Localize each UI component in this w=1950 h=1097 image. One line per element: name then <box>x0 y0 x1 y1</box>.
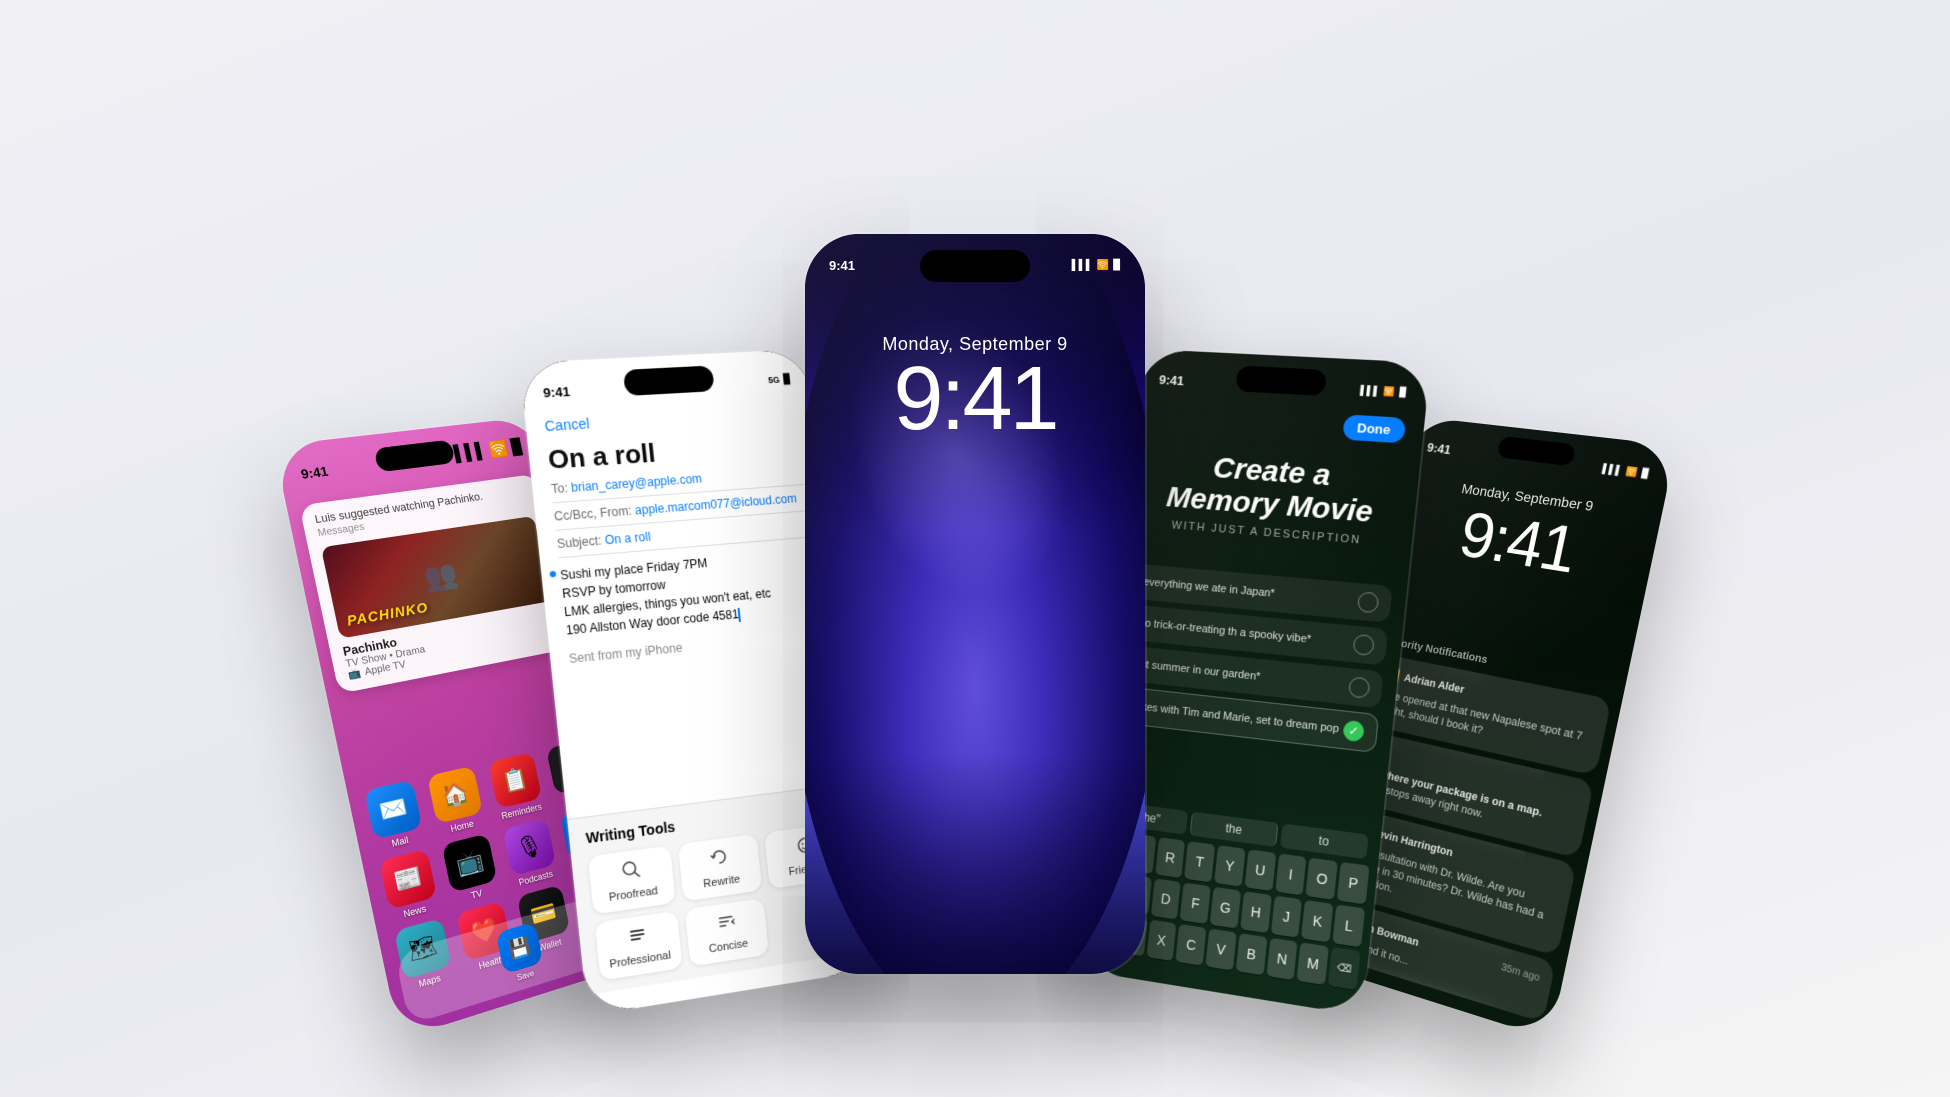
signal-3: ▌▌▌ <box>1072 260 1093 271</box>
app-mail[interactable]: ✉️ Mail <box>360 778 429 853</box>
suggestion-3[interactable]: to <box>1280 823 1369 859</box>
memory-title-text: Create a Memory Movie <box>1155 447 1389 529</box>
professional-icon <box>627 923 650 951</box>
status-icons-2: 5G ▉ <box>768 373 792 385</box>
battery-3: ▉ <box>1113 260 1121 271</box>
proofread-icon <box>620 857 643 885</box>
professional-label: Professional <box>609 949 671 971</box>
tool-proofread[interactable]: Proofread <box>588 845 676 914</box>
rewrite-icon <box>708 845 730 873</box>
done-button[interactable]: Done <box>1342 414 1407 443</box>
memory-item-text-4: Hikes with Tim and Marie, set to dream p… <box>1131 700 1340 735</box>
dock-save[interactable]: 💾 Save <box>496 921 546 986</box>
memory-list: everything we ate in Japan* eo trick-or-… <box>1117 563 1393 759</box>
suggestion-2[interactable]: the <box>1190 811 1278 846</box>
tool-rewrite[interactable]: Rewrite <box>677 833 762 901</box>
wifi-4: 🛜 <box>1383 385 1396 397</box>
memory-check-4: ✓ <box>1342 719 1365 742</box>
signal-5: ▌▌▌ <box>1602 463 1624 475</box>
status-time-5: 9:41 <box>1426 439 1452 456</box>
memory-item-text-1: everything we ate in Japan* <box>1143 576 1275 600</box>
email-header: Cancel On a roll To: brian_carey@apple.c… <box>525 402 837 670</box>
key-u[interactable]: U <box>1244 849 1276 891</box>
lockscreen-time-3: 9:41 <box>805 354 1145 444</box>
messages-notification[interactable]: Luis suggested watching Pachinko. Messag… <box>299 473 573 693</box>
key-j[interactable]: J <box>1271 895 1303 937</box>
signal-icon-1: ▌▌▌ <box>453 442 488 463</box>
key-o[interactable]: O <box>1306 857 1338 899</box>
key-d[interactable]: D <box>1150 878 1181 919</box>
notif-sender-1: Adrian Alder <box>1403 672 1465 696</box>
tool-concise[interactable]: Concise <box>684 897 769 966</box>
key-n[interactable]: N <box>1266 937 1298 979</box>
key-f[interactable]: F <box>1180 882 1211 924</box>
memory-check-1 <box>1357 591 1380 613</box>
proofread-label: Proofread <box>608 884 658 903</box>
notif-time-4: 35m ago <box>1500 961 1541 984</box>
battery-4: ▉ <box>1399 386 1407 398</box>
phone-3: 9:41 ▌▌▌ 🛜 ▉ Monday, September 9 9:41 <box>805 234 1145 974</box>
email-to-address: brian_carey@apple.com <box>570 471 702 494</box>
memory-item-text-2: eo trick-or-treating th a spooky vibe* <box>1139 617 1312 646</box>
battery-icon-1: ▉ <box>510 437 525 457</box>
status-time-1: 9:41 <box>299 462 329 480</box>
memory-item-text-3: ast summer in our garden* <box>1134 658 1261 683</box>
key-c[interactable]: C <box>1176 924 1207 966</box>
key-i[interactable]: I <box>1275 853 1307 895</box>
key-x[interactable]: X <box>1146 919 1177 961</box>
status-icons-1: ▌▌▌ 🛜 ▉ <box>453 437 525 464</box>
status-icons-3: ▌▌▌ 🛜 ▉ <box>1072 260 1121 271</box>
key-r[interactable]: R <box>1155 837 1186 878</box>
key-h[interactable]: H <box>1240 891 1272 933</box>
wifi-3: 🛜 <box>1097 260 1109 271</box>
app-news-label: News <box>403 903 428 919</box>
key-v[interactable]: V <box>1205 928 1236 970</box>
email-body[interactable]: Sushi my place Friday 7PM RSVP by tomorr… <box>559 545 820 668</box>
key-b[interactable]: B <box>1236 933 1268 975</box>
concise-label: Concise <box>708 937 748 955</box>
wifi-icon-1: 🛜 <box>488 438 510 459</box>
signal-4: ▌▌▌ <box>1360 384 1381 395</box>
dynamic-island-4 <box>1235 365 1327 396</box>
status-time-2: 9:41 <box>542 383 570 400</box>
app-reminders[interactable]: 📋 Reminders <box>484 751 548 822</box>
rewrite-label: Rewrite <box>703 873 741 890</box>
key-delete[interactable]: ⌫ <box>1328 947 1360 990</box>
key-l[interactable]: L <box>1333 904 1366 947</box>
app-podcasts[interactable]: 🎙 Podcasts <box>499 817 562 890</box>
memory-check-3 <box>1348 676 1371 698</box>
app-news[interactable]: 📰 News <box>375 847 443 923</box>
dynamic-island-2 <box>623 365 715 396</box>
key-m[interactable]: M <box>1297 942 1329 985</box>
concise-icon <box>715 910 737 938</box>
battery-5: ▉ <box>1641 467 1651 479</box>
status-icons-5: ▌▌▌ 🛜 ▉ <box>1602 462 1651 479</box>
app-home[interactable]: 🏠 Home <box>423 764 489 837</box>
phones-container: 9:41 ▌▌▌ 🛜 ▉ Luis suggested watching Pac… <box>275 74 1675 1024</box>
signal-5g-2: 5G <box>768 374 780 384</box>
key-g[interactable]: G <box>1210 886 1241 928</box>
key-p[interactable]: P <box>1337 861 1370 904</box>
status-time-3: 9:41 <box>829 258 855 273</box>
status-icons-4: ▌▌▌ 🛜 ▉ <box>1360 384 1408 398</box>
memory-check-2 <box>1352 633 1375 655</box>
key-t[interactable]: T <box>1184 841 1215 882</box>
battery-icon-2: ▉ <box>783 373 791 384</box>
sphere-bottom-fade <box>805 752 1145 974</box>
memory-title: Create a Memory Movie WITH JUST A DESCRI… <box>1125 445 1421 550</box>
tool-professional[interactable]: Professional <box>595 910 683 980</box>
status-time-4: 9:41 <box>1158 371 1184 387</box>
key-y[interactable]: Y <box>1214 845 1245 887</box>
dynamic-island-3 <box>920 250 1030 282</box>
key-k[interactable]: K <box>1301 900 1333 943</box>
email-subject-text: On a roll <box>604 529 651 547</box>
wifi-5: 🛜 <box>1625 465 1639 478</box>
app-tv[interactable]: 📺 TV <box>438 832 504 906</box>
